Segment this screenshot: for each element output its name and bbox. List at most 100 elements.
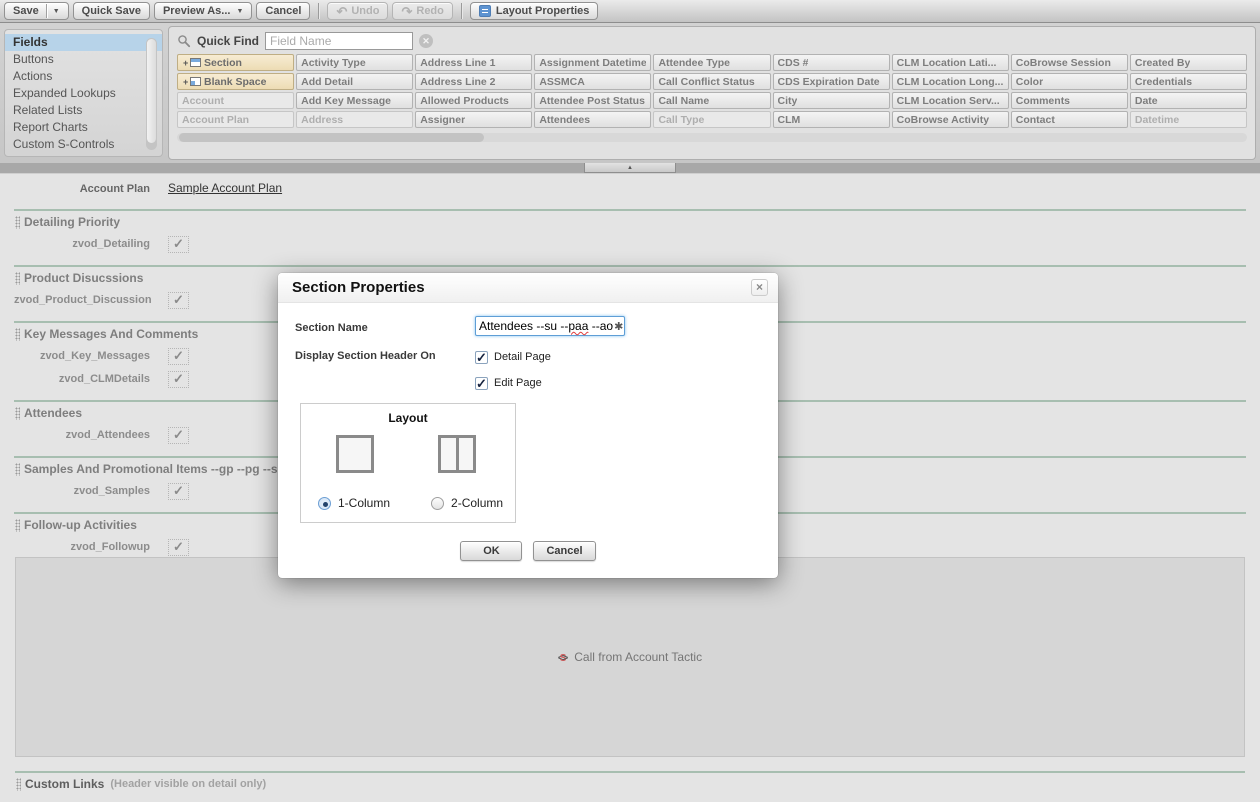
redo-button-label: Redo	[416, 5, 444, 17]
palette-item-add-detail[interactable]: Add Detail	[296, 73, 413, 90]
radio-option-1-column[interactable]: 1-Column	[318, 496, 390, 510]
palette-item-blank-space[interactable]: Blank Space	[177, 73, 294, 90]
field-label: zvod_Product_Discussion	[14, 294, 150, 306]
collapse-arrow-icon: ▲	[627, 165, 633, 171]
dialog-buttons: OK Cancel	[278, 541, 778, 561]
palette-item-cds[interactable]: CDS #	[773, 54, 890, 71]
radio-2-column[interactable]	[431, 497, 444, 510]
clear-search-icon[interactable]: ✕	[419, 34, 433, 48]
palette-collapse-button[interactable]: ▲	[584, 163, 676, 173]
palette-region: FieldsButtonsActionsExpanded LookupsRela…	[0, 23, 1260, 163]
palette-item-call-name[interactable]: Call Name	[653, 92, 770, 109]
drag-handle-icon[interactable]	[15, 272, 20, 285]
checkbox-edit-page[interactable]: ✓	[475, 377, 488, 390]
dialog-cancel-button[interactable]: Cancel	[533, 541, 595, 561]
search-icon	[177, 34, 191, 48]
palette-item-date[interactable]: Date	[1130, 92, 1247, 109]
radio-1-column[interactable]	[318, 497, 331, 510]
save-split-divider	[46, 4, 47, 18]
palette-item-account: Account	[177, 92, 294, 109]
drag-handle-icon[interactable]	[15, 328, 20, 341]
input-text-misspelled: paa	[568, 319, 588, 333]
scontrol-icon: <S>	[558, 650, 568, 664]
cancel-button[interactable]: Cancel	[256, 2, 310, 20]
ok-button[interactable]: OK	[460, 541, 522, 561]
one-column-preview-icon	[336, 435, 374, 473]
sidebar-item-fields[interactable]: Fields	[5, 34, 162, 51]
palette-item-attendee-post-status[interactable]: Attendee Post Status	[534, 92, 651, 109]
palette-item-label: City	[778, 94, 798, 108]
palette-item-allowed-products[interactable]: Allowed Products	[415, 92, 532, 109]
close-icon[interactable]: ×	[751, 279, 768, 296]
drag-handle-icon[interactable]	[15, 519, 20, 532]
scontrol-area[interactable]: <S> Call from Account Tactic	[15, 557, 1245, 757]
preview-as-dropdown-arrow-icon: ▼	[236, 8, 243, 15]
section-title: Product Disucssions	[24, 271, 143, 285]
sidebar-item-custom-s-controls[interactable]: Custom S-Controls	[5, 136, 162, 153]
palette-item-activity-type[interactable]: Activity Type	[296, 54, 413, 71]
quick-save-button[interactable]: Quick Save	[73, 2, 150, 20]
palette-item-label: Attendee Post Status	[539, 94, 645, 108]
two-column-preview-icon	[438, 435, 476, 473]
radio-option-2-column[interactable]: 2-Column	[431, 496, 503, 510]
section-header: Detailing Priority	[14, 211, 1246, 230]
quick-find-input[interactable]	[265, 32, 413, 50]
palette-item-clm-location-long[interactable]: CLM Location Long...	[892, 73, 1009, 90]
sidebar-scrollbar-thumb[interactable]	[147, 39, 156, 143]
palette-item-clm-location-lati[interactable]: CLM Location Lati...	[892, 54, 1009, 71]
save-dropdown-arrow-icon[interactable]: ▼	[53, 8, 60, 15]
layout-properties-button[interactable]: Layout Properties	[470, 2, 599, 20]
palette-scrollbar-thumb[interactable]	[179, 133, 484, 142]
sidebar-item-actions[interactable]: Actions	[5, 68, 162, 85]
palette-item-assignment-datetime[interactable]: Assignment Datetime	[534, 54, 651, 71]
palette-item-attendee-type[interactable]: Attendee Type	[653, 54, 770, 71]
palette-item-address-line-2[interactable]: Address Line 2	[415, 73, 532, 90]
sidebar-item-buttons[interactable]: Buttons	[5, 51, 162, 68]
sidebar-item-related-lists[interactable]: Related Lists	[5, 102, 162, 119]
drag-handle-icon[interactable]	[16, 778, 21, 791]
palette-item-color[interactable]: Color	[1011, 73, 1128, 90]
account-plan-link[interactable]: Sample Account Plan	[168, 181, 282, 195]
checkbox-detail-page[interactable]: ✓	[475, 351, 488, 364]
drag-handle-icon[interactable]	[15, 216, 20, 229]
palette-item-comments[interactable]: Comments	[1011, 92, 1128, 109]
palette-item-label: Attendee Type	[658, 56, 730, 70]
palette-item-clm[interactable]: CLM	[773, 111, 890, 128]
palette-item-cobrowse-session[interactable]: CoBrowse Session	[1011, 54, 1128, 71]
palette-item-cobrowse-activity[interactable]: CoBrowse Activity	[892, 111, 1009, 128]
palette-item-label: Color	[1016, 75, 1043, 89]
field-label: zvod_Followup	[14, 541, 150, 553]
checkmark-icon: ✓	[168, 427, 189, 444]
custom-links-section[interactable]: Custom Links (Header visible on detail o…	[15, 771, 1245, 792]
palette-item-attendees[interactable]: Attendees	[534, 111, 651, 128]
layout-options-group: Layout 1-Column2-Column	[300, 403, 516, 523]
palette-item-assmca[interactable]: ASSMCA	[534, 73, 651, 90]
drag-handle-icon[interactable]	[15, 463, 20, 476]
section-name-input[interactable]: Attendees --su --paa --ao ✱	[475, 316, 625, 336]
sidebar-item-report-charts[interactable]: Report Charts	[5, 119, 162, 136]
preview-as-button[interactable]: Preview As... ▼	[154, 2, 252, 20]
sidebar-item-expanded-lookups[interactable]: Expanded Lookups	[5, 85, 162, 102]
palette-item-call-conflict-status[interactable]: Call Conflict Status	[653, 73, 770, 90]
layout-field-row[interactable]: zvod_Detailing✓	[14, 235, 1246, 253]
palette-item-city[interactable]: City	[773, 92, 890, 109]
palette-item-label: Comments	[1016, 94, 1070, 108]
palette-item-created-by[interactable]: Created By	[1130, 54, 1247, 71]
palette-item-contact[interactable]: Contact	[1011, 111, 1128, 128]
palette-item-add-key-message[interactable]: Add Key Message	[296, 92, 413, 109]
sidebar-scrollbar[interactable]	[146, 38, 157, 150]
palette-item-credentials[interactable]: Credentials	[1130, 73, 1247, 90]
palette-horizontal-scrollbar[interactable]	[177, 133, 1247, 142]
palette-item-label: Address Line 1	[420, 56, 495, 70]
palette-item-section[interactable]: Section	[177, 54, 294, 71]
palette-item-label: Blank Space	[204, 75, 266, 89]
save-button[interactable]: Save ▼	[4, 2, 69, 20]
palette-item-address-line-1[interactable]: Address Line 1	[415, 54, 532, 71]
palette-item-cds-expiration-date[interactable]: CDS Expiration Date	[773, 73, 890, 90]
palette-item-clm-location-serv[interactable]: CLM Location Serv...	[892, 92, 1009, 109]
palette-item-assigner[interactable]: Assigner	[415, 111, 532, 128]
dialog-header[interactable]: Section Properties ×	[278, 273, 778, 303]
drag-handle-icon[interactable]	[15, 407, 20, 420]
layout-section-detailing-priority[interactable]: Detailing Priority zvod_Detailing✓	[14, 209, 1246, 265]
custom-links-note: (Header visible on detail only)	[110, 778, 266, 790]
